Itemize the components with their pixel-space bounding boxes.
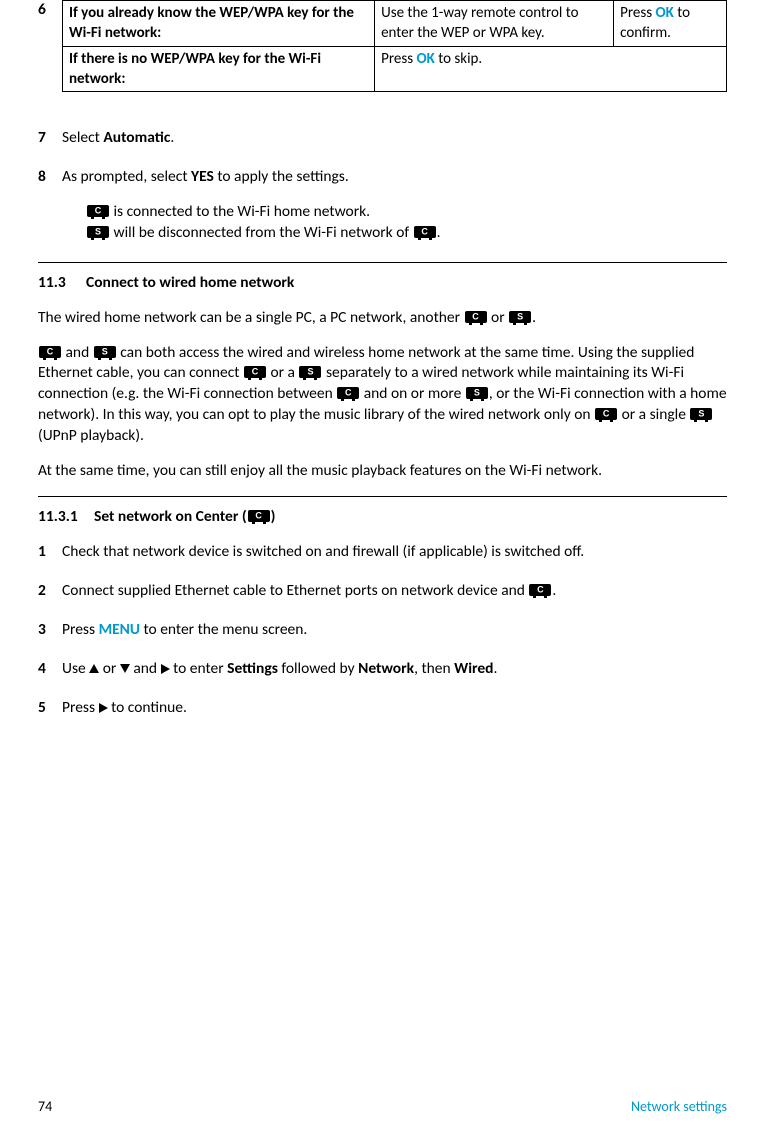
center-icon bbox=[87, 205, 109, 217]
wep-wpa-table: If you already know the WEP/WPA key for … bbox=[62, 0, 727, 92]
station-icon bbox=[87, 226, 109, 238]
table-r2-c1: If there is no WEP/WPA key for the Wi-Fi… bbox=[63, 46, 375, 92]
station-icon bbox=[509, 311, 531, 323]
step-body: Use or and to enter Settings followed by… bbox=[62, 659, 727, 680]
table-r2-c2: Press OK to skip. bbox=[375, 46, 727, 92]
footer-section-label: Network settings bbox=[631, 1098, 727, 1117]
center-icon bbox=[414, 226, 436, 238]
section-11-3-heading: 11.3Connect to wired home network bbox=[38, 273, 727, 294]
down-arrow-icon bbox=[120, 664, 130, 673]
center-icon bbox=[244, 366, 266, 378]
menu-label: MENU bbox=[99, 620, 140, 639]
section-divider bbox=[38, 496, 727, 497]
step-8: 8 As prompted, select YES to apply the s… bbox=[38, 167, 727, 244]
step-1131-3: 3 Press MENU to enter the menu screen. bbox=[38, 620, 727, 641]
center-icon bbox=[39, 346, 61, 358]
table-r1-c2: Use the 1-way remote control to enter th… bbox=[375, 1, 614, 47]
station-icon bbox=[94, 346, 116, 358]
table-r1-c3: Press OK to confirm. bbox=[614, 1, 727, 47]
step-8-results: is connected to the Wi-Fi home network. … bbox=[86, 202, 727, 244]
section-11-3-1-heading: 11.3.1Set network on Center () bbox=[38, 507, 727, 528]
table-r1-c1: If you already know the WEP/WPA key for … bbox=[63, 1, 375, 47]
step-number: 1 bbox=[38, 542, 62, 563]
page-footer: 74 Network settings bbox=[38, 1098, 727, 1117]
step-number: 5 bbox=[38, 698, 62, 719]
center-icon bbox=[529, 584, 551, 596]
step-number: 4 bbox=[38, 659, 62, 680]
step-6-body: If you already know the WEP/WPA key for … bbox=[62, 0, 727, 110]
right-arrow-icon bbox=[99, 703, 108, 713]
step-body: Connect supplied Ethernet cable to Ether… bbox=[62, 581, 727, 602]
center-icon bbox=[337, 387, 359, 399]
center-icon bbox=[248, 510, 270, 522]
section-11-3-p3: At the same time, you can still enjoy al… bbox=[38, 461, 727, 482]
station-icon bbox=[466, 387, 488, 399]
step-7-number: 7 bbox=[38, 128, 62, 149]
step-8-body: As prompted, select YES to apply the set… bbox=[62, 167, 727, 244]
step-1131-4: 4 Use or and to enter Settings followed … bbox=[38, 659, 727, 680]
step-7: 7 Select Automatic. bbox=[38, 128, 727, 149]
step-1131-5: 5 Press to continue. bbox=[38, 698, 727, 719]
section-11-3-intro: The wired home network can be a single P… bbox=[38, 308, 727, 329]
station-icon bbox=[299, 366, 321, 378]
ok-label: OK bbox=[416, 50, 434, 68]
center-icon bbox=[595, 408, 617, 420]
up-arrow-icon bbox=[89, 664, 99, 673]
step-body: Check that network device is switched on… bbox=[62, 542, 727, 563]
step-body: Press to continue. bbox=[62, 698, 727, 719]
step-1131-1: 1 Check that network device is switched … bbox=[38, 542, 727, 563]
right-arrow-icon bbox=[161, 664, 170, 674]
step-number: 2 bbox=[38, 581, 62, 602]
step-number: 3 bbox=[38, 620, 62, 641]
section-divider bbox=[38, 262, 727, 263]
station-icon bbox=[690, 408, 712, 420]
step-1131-2: 2 Connect supplied Ethernet cable to Eth… bbox=[38, 581, 727, 602]
step-7-body: Select Automatic. bbox=[62, 128, 727, 149]
center-icon bbox=[465, 311, 487, 323]
step-8-number: 8 bbox=[38, 167, 62, 244]
ok-label: OK bbox=[655, 4, 673, 22]
step-body: Press MENU to enter the menu screen. bbox=[62, 620, 727, 641]
page-number: 74 bbox=[38, 1098, 52, 1117]
step-6-number: 6 bbox=[38, 0, 62, 110]
section-11-3-p2: and can both access the wired and wirele… bbox=[38, 343, 727, 448]
